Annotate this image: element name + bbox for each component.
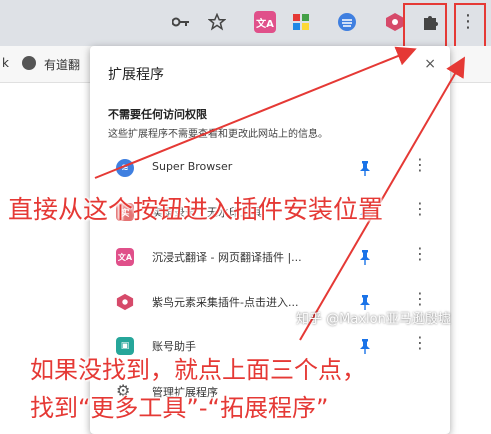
extension-row[interactable]: ≋ Super Browser ⋮ xyxy=(90,152,450,184)
more-options-icon[interactable]: ⋮ xyxy=(412,335,428,351)
star-icon[interactable] xyxy=(206,11,228,33)
section-subtitle: 这些扩展程序不需要查看和更改此网站上的信息。 xyxy=(108,129,328,140)
pin-icon[interactable] xyxy=(358,160,372,176)
ziniao-extension-icon xyxy=(116,293,134,311)
extension-row[interactable]: 文A 沉浸式翻译 - 网页翻译插件 |... ⋮ xyxy=(90,241,450,273)
more-options-icon[interactable]: ⋮ xyxy=(412,246,428,262)
browser-toolbar: 文A ⋮ xyxy=(0,0,491,66)
popup-title: 扩展程序 xyxy=(108,67,164,83)
super-browser-icon[interactable] xyxy=(336,11,358,33)
extension-name: 紫鸟元素采集插件-点击进入... xyxy=(152,296,299,309)
section-title: 不需要任何访问权限 xyxy=(108,108,207,121)
more-options-icon[interactable]: ⋮ xyxy=(412,201,428,217)
annotation-line-2: 如果没找到，就点上面三个点， xyxy=(30,356,366,384)
more-options-icon[interactable]: ⋮ xyxy=(412,157,428,173)
bookmark-fragment: k xyxy=(2,56,9,70)
close-icon[interactable]: × xyxy=(424,56,436,72)
color-extension-icon[interactable] xyxy=(290,11,312,33)
annotation-line-3: 找到“更多工具”-“拓展程序” xyxy=(30,394,329,422)
globe-icon xyxy=(22,56,36,70)
pin-icon[interactable] xyxy=(358,249,372,265)
immersive-translate-icon: 文A xyxy=(116,248,134,266)
watermark: 知乎 @Maxlon亚马逊殷墟 xyxy=(296,312,451,327)
bookmark-item[interactable]: 有道翻 xyxy=(44,56,80,73)
key-icon[interactable] xyxy=(170,11,192,33)
extension-name: 沉浸式翻译 - 网页翻译插件 |... xyxy=(152,251,302,264)
immersive-translate-icon[interactable]: 文A xyxy=(254,11,276,33)
annotation-line-1: 直接从这个按钮进入插件安装位置 xyxy=(8,195,384,224)
extension-name: Super Browser xyxy=(152,160,233,173)
super-browser-icon: ≋ xyxy=(116,159,134,177)
more-options-icon[interactable]: ⋮ xyxy=(412,291,428,307)
